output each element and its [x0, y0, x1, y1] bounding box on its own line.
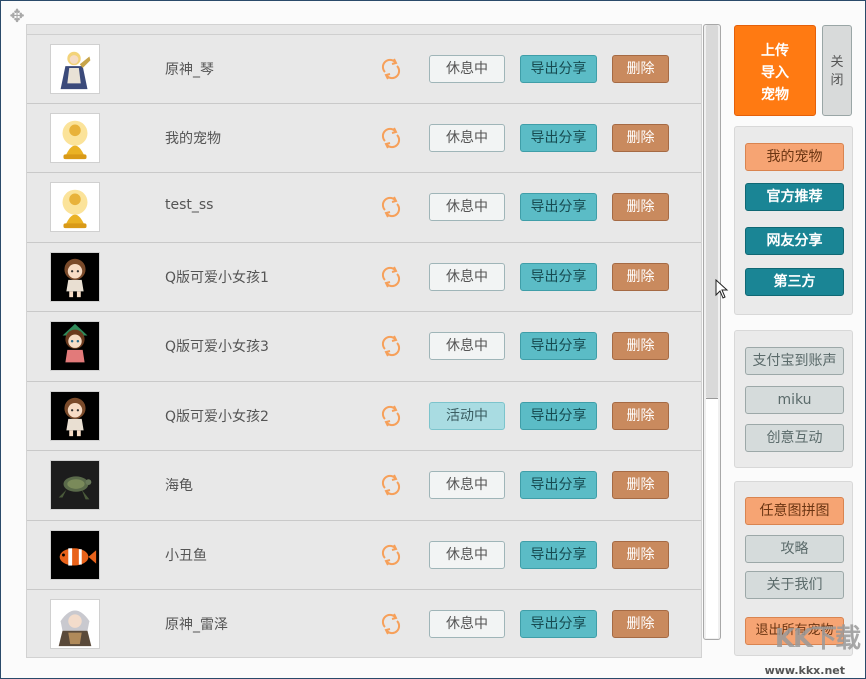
puzzle-button[interactable]: 任意图拼图 — [745, 497, 844, 525]
upload-label-line2: 导入 — [761, 65, 789, 81]
pet-thumbnail — [50, 460, 100, 510]
refresh-icon[interactable] — [379, 543, 403, 567]
delete-button[interactable]: 删除 — [612, 401, 669, 430]
delete-button[interactable]: 删除 — [612, 471, 669, 499]
category-group: 我的宠物 官方推荐 网友分享 第三方 — [734, 126, 853, 315]
list-scrollbar[interactable] — [703, 24, 721, 640]
pet-name: test_ss — [165, 197, 214, 213]
pet-row: Q版可爱小女孩2 活动中 导出分享 删除 — [27, 381, 701, 451]
pet-status-toggle[interactable]: 活动中 — [429, 401, 505, 430]
pet-name: 原神_雷泽 — [165, 617, 228, 633]
pet-name: 原神_琴 — [165, 62, 214, 78]
refresh-icon[interactable] — [379, 334, 403, 358]
pet-row: 原神_琴 休息中 导出分享 删除 — [27, 34, 701, 104]
pet-thumbnail — [50, 529, 100, 580]
alipay-sound-button[interactable]: 支付宝到账声 — [745, 347, 844, 375]
about-us-button[interactable]: 关于我们 — [745, 571, 844, 599]
pet-row: Q版可爱小女孩1 休息中 导出分享 删除 — [27, 242, 701, 312]
pet-row: 海龟 休息中 导出分享 删除 — [27, 451, 701, 521]
pet-name: 海龟 — [165, 478, 193, 494]
scrollbar-track[interactable] — [706, 398, 718, 638]
refresh-icon[interactable] — [379, 612, 403, 636]
user-share-button[interactable]: 网友分享 — [745, 227, 844, 255]
scrollbar-thumb[interactable] — [706, 25, 718, 398]
refresh-icon[interactable] — [379, 195, 403, 219]
upload-label-line3: 宠物 — [761, 87, 789, 103]
official-recommend-button[interactable]: 官方推荐 — [745, 183, 844, 211]
delete-button[interactable]: 删除 — [612, 193, 669, 221]
refresh-icon[interactable] — [379, 265, 403, 289]
pet-status-toggle[interactable]: 休息中 — [429, 55, 505, 83]
pet-status-toggle[interactable]: 休息中 — [429, 610, 505, 638]
refresh-icon[interactable] — [379, 57, 403, 81]
pet-thumbnail — [50, 390, 100, 441]
watermark-logo: KK下载 — [774, 624, 861, 654]
watermark: KK下载 www.kkx.net — [755, 618, 866, 679]
pet-thumbnail — [50, 599, 100, 649]
delete-button[interactable]: 删除 — [612, 332, 669, 360]
pet-status-toggle[interactable]: 休息中 — [429, 123, 505, 152]
pet-status-toggle[interactable]: 休息中 — [429, 540, 505, 569]
export-share-button[interactable]: 导出分享 — [520, 193, 597, 221]
app-window: ✥ 原神_琴 休息中 导出分享 删除 我的宠物 休息中 导出分享 删除 test_ss 休息中 导出… — [0, 0, 866, 679]
export-share-button[interactable]: 导出分享 — [520, 332, 597, 360]
delete-button[interactable]: 删除 — [612, 610, 669, 638]
pet-list-rows: 原神_琴 休息中 导出分享 删除 我的宠物 休息中 导出分享 删除 test_ss 休息中 导出分享… — [27, 34, 701, 657]
move-icon[interactable]: ✥ — [7, 7, 27, 27]
pet-row: 小丑鱼 休息中 导出分享 删除 — [27, 520, 701, 590]
refresh-icon[interactable] — [379, 126, 403, 150]
pet-thumbnail — [50, 321, 100, 371]
pet-thumbnail — [50, 44, 100, 94]
export-share-button[interactable]: 导出分享 — [520, 610, 597, 638]
pet-thumbnail — [50, 182, 100, 232]
pet-status-toggle[interactable]: 休息中 — [429, 262, 505, 291]
miku-button[interactable]: miku — [745, 386, 844, 414]
pet-row: 我的宠物 休息中 导出分享 删除 — [27, 103, 701, 173]
pet-thumbnail — [50, 112, 100, 163]
pet-name: 小丑鱼 — [165, 547, 207, 564]
mouse-cursor-icon — [715, 279, 729, 299]
delete-button[interactable]: 删除 — [612, 540, 669, 569]
export-share-button[interactable]: 导出分享 — [520, 55, 597, 83]
pet-row: Q版可爱小女孩3 休息中 导出分享 删除 — [27, 312, 701, 382]
export-share-button[interactable]: 导出分享 — [520, 123, 597, 152]
close-button[interactable]: 关 闭 — [822, 25, 852, 116]
pet-thumbnail — [50, 251, 100, 302]
pet-row: test_ss 休息中 导出分享 删除 — [27, 173, 701, 243]
pet-name: Q版可爱小女孩1 — [165, 269, 269, 286]
pet-name: Q版可爱小女孩2 — [165, 408, 269, 425]
pet-status-toggle[interactable]: 休息中 — [429, 193, 505, 221]
pet-name: Q版可爱小女孩3 — [165, 339, 269, 355]
pet-list: 原神_琴 休息中 导出分享 删除 我的宠物 休息中 导出分享 删除 test_ss 休息中 导出分享… — [26, 24, 702, 658]
my-pets-button[interactable]: 我的宠物 — [745, 143, 844, 171]
pet-row: 原神_雷泽 休息中 导出分享 删除 — [27, 590, 701, 657]
export-share-button[interactable]: 导出分享 — [520, 540, 597, 569]
export-share-button[interactable]: 导出分享 — [520, 262, 597, 291]
creative-interaction-button[interactable]: 创意互动 — [745, 424, 844, 452]
guide-button[interactable]: 攻略 — [745, 535, 844, 563]
refresh-icon[interactable] — [379, 404, 403, 428]
close-label-line1: 关 — [830, 55, 844, 70]
export-share-button[interactable]: 导出分享 — [520, 401, 597, 430]
refresh-icon[interactable] — [379, 473, 403, 497]
pet-status-toggle[interactable]: 休息中 — [429, 471, 505, 499]
upload-import-pet-button[interactable]: 上传 导入 宠物 — [734, 25, 816, 116]
close-label-line2: 闭 — [830, 73, 844, 88]
export-share-button[interactable]: 导出分享 — [520, 471, 597, 499]
extras-group: 支付宝到账声 miku 创意互动 — [734, 330, 853, 468]
upload-label-line1: 上传 — [761, 43, 789, 59]
pet-status-toggle[interactable]: 休息中 — [429, 332, 505, 360]
third-party-button[interactable]: 第三方 — [745, 268, 844, 296]
pet-name: 我的宠物 — [165, 130, 221, 147]
delete-button[interactable]: 删除 — [612, 123, 669, 152]
watermark-url: www.kkx.net — [764, 664, 845, 677]
delete-button[interactable]: 删除 — [612, 55, 669, 83]
delete-button[interactable]: 删除 — [612, 262, 669, 291]
